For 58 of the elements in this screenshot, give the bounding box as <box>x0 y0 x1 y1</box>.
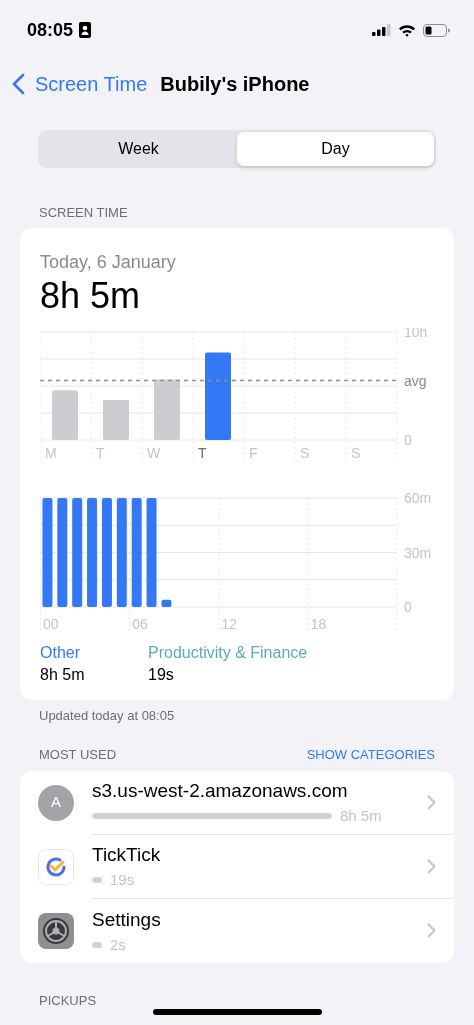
usage-bar <box>92 877 102 883</box>
person-card-icon <box>79 22 92 38</box>
bar <box>154 379 180 440</box>
app-name: TickTick <box>92 843 162 867</box>
axis-label: 0 <box>404 598 412 615</box>
settings-icon <box>38 912 74 949</box>
checkmark-app-icon <box>38 848 74 885</box>
usage-time: 2s <box>110 934 126 955</box>
bar <box>161 599 172 607</box>
letter-avatar: A <box>38 784 74 821</box>
usage-time: 8h 5m <box>340 806 382 826</box>
nav-title: Bubily's iPhone <box>160 72 310 97</box>
bar <box>52 389 78 440</box>
axis-label: avg <box>404 372 427 389</box>
segment-tab[interactable]: Week <box>40 132 237 166</box>
legend-value: 19s <box>148 664 175 685</box>
axis-label: T <box>198 444 207 461</box>
updated-label: Updated today at 08:05 <box>39 706 176 725</box>
chevron-left-icon <box>12 73 25 95</box>
axis-label: 12 <box>221 615 238 632</box>
section-header: SCREEN TIME <box>39 204 129 222</box>
chevron-right-icon <box>427 858 436 874</box>
axis-label: T <box>96 444 105 461</box>
axis-label: M <box>45 444 57 461</box>
usage-bar <box>92 941 102 948</box>
axis-label: S <box>351 444 361 461</box>
back-button[interactable]: Screen Time <box>12 69 148 99</box>
axis-label: 00 <box>43 615 59 632</box>
axis-label: W <box>147 444 161 461</box>
segment-tab[interactable]: Day <box>237 132 434 166</box>
legend-label: Other <box>40 642 81 663</box>
status-time: 08:05 <box>27 18 74 42</box>
axis-label: 18 <box>310 615 327 632</box>
legend-value: 8h 5m <box>40 664 86 685</box>
wifi-icon <box>398 23 416 37</box>
axis-label: 06 <box>132 615 148 632</box>
chevron-right-icon <box>427 794 436 810</box>
app-row[interactable]: A s3.us-west-2.amazonaws.com 8h 5m <box>20 770 454 835</box>
date-label: Today, 6 January <box>40 250 177 274</box>
axis-label: 30m <box>404 544 432 560</box>
signal-icon <box>372 24 391 36</box>
app-name: Settings <box>92 907 162 932</box>
battery-icon <box>423 23 450 37</box>
app-row[interactable]: Settings 2s <box>20 898 454 963</box>
app-row[interactable]: TickTick 19s <box>20 834 454 899</box>
show-categories-link[interactable]: SHOW CATEGORIES <box>306 745 435 765</box>
section-header: PICKUPS <box>39 992 98 1009</box>
usage-time: 19s <box>110 870 135 890</box>
chevron-right-icon <box>427 923 436 938</box>
legend-label: Productivity & Finance <box>148 642 308 663</box>
axis-label: 60m <box>404 489 432 506</box>
section-header: MOST USED <box>39 746 117 764</box>
axis-label: S <box>300 444 310 461</box>
axis-label: 0 <box>404 431 412 448</box>
bar <box>103 399 129 440</box>
app-name: s3.us-west-2.amazonaws.com <box>92 779 349 803</box>
axis-label: F <box>249 444 258 461</box>
total-time: 8h 5m <box>40 273 142 318</box>
